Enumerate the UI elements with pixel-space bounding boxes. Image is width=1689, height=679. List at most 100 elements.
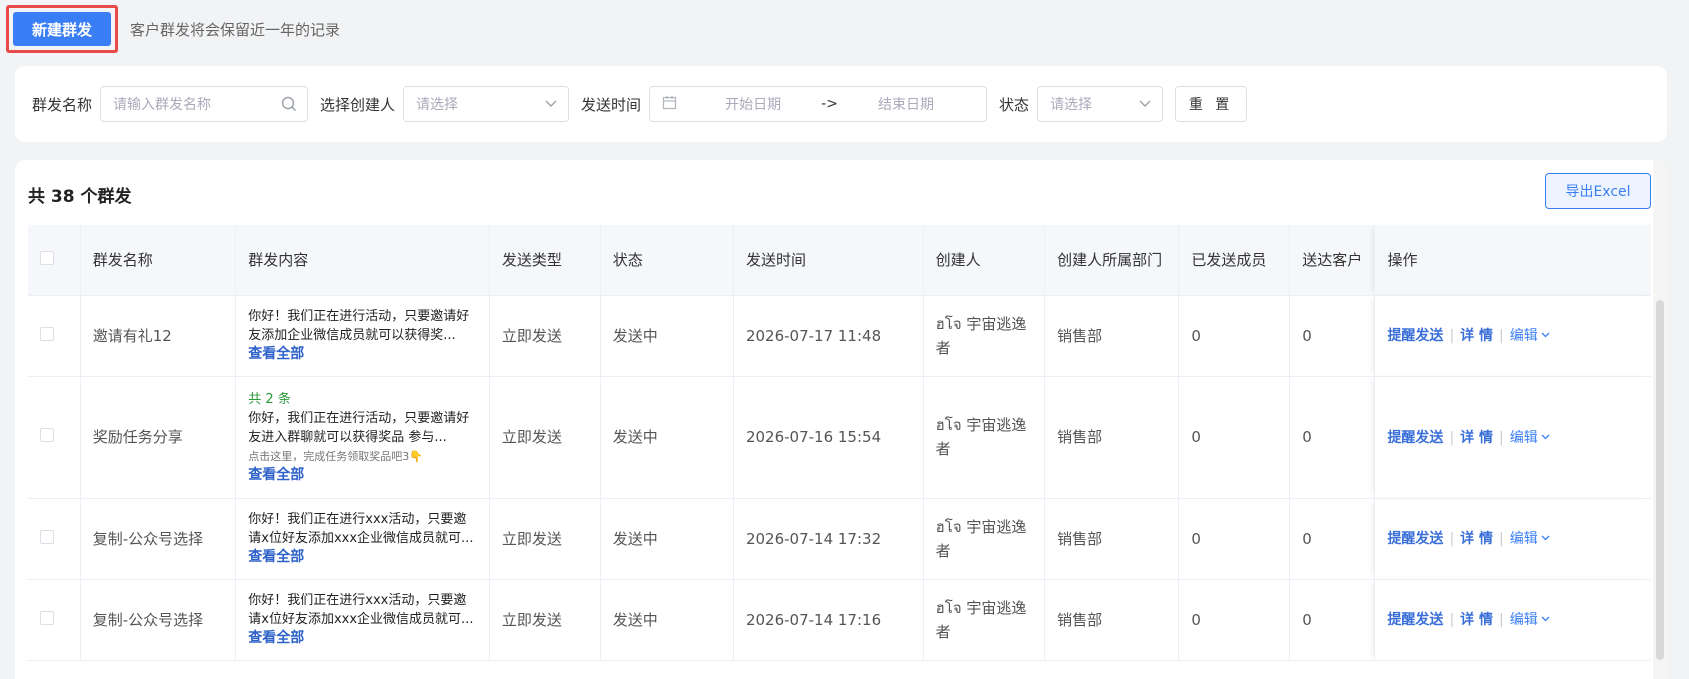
row-checkbox[interactable] <box>40 529 54 544</box>
range-separator: -> <box>821 96 838 112</box>
header-cell: 群发名称 <box>80 225 237 296</box>
row-checkbox[interactable] <box>40 428 54 442</box>
broadcast-name: 复制-公众号选择 <box>80 498 237 580</box>
row-select-cell[interactable] <box>28 579 81 661</box>
edit-dropdown[interactable]: 编辑 <box>1510 430 1551 446</box>
action-divider: | <box>1499 612 1504 628</box>
export-excel-button[interactable]: 导出Excel <box>1545 173 1651 209</box>
start-date-input[interactable]: 开始日期 <box>725 94 781 114</box>
send-type: 立即发送 <box>489 498 601 580</box>
table-row: 复制-公众号选择 你好！我们正在进行xxx活动，只要邀请x位好友添加xxx企业微信… <box>28 579 1651 661</box>
send-status: 发送中 <box>600 498 734 580</box>
content-text: 你好！我们正在进行活动，只要邀请好友添加企业微信成员就可以获得奖... <box>248 309 470 343</box>
edit-dropdown[interactable]: 编辑 <box>1510 531 1551 547</box>
content-text: 你好！我们正在进行xxx活动，只要邀请x位好友添加xxx企业微信成员就可... <box>248 593 474 627</box>
remind-send-link[interactable]: 提醒发送 <box>1387 328 1443 344</box>
name-search-input[interactable]: 请输入群发名称 <box>100 86 309 122</box>
new-broadcast-highlight: 新建群发 <box>6 5 118 53</box>
list-count-title: 共 38 个群发 <box>28 187 132 207</box>
broadcast-list-panel: 共 38 个群发 导出Excel 群发名称 群发内容 发送类型 状态 发送时间 … <box>15 160 1667 679</box>
detail-link[interactable]: 详 情 <box>1460 328 1493 344</box>
creator-name: ฮโจ 宇宙逃逸者 <box>923 579 1046 661</box>
broadcast-name: 复制-公众号选择 <box>80 579 237 661</box>
send-time: 2026-07-16 15:54 <box>733 376 924 499</box>
row-select-cell[interactable] <box>28 498 81 580</box>
edit-dropdown[interactable]: 编辑 <box>1510 328 1551 344</box>
new-broadcast-button[interactable]: 新建群发 <box>13 12 111 46</box>
edit-label: 编辑 <box>1509 429 1538 446</box>
reset-button[interactable]: 重 置 <box>1175 86 1248 122</box>
header-cell: 操作 <box>1374 225 1651 296</box>
send-time: 2026-07-14 17:32 <box>733 498 924 580</box>
header-cell: 发送时间 <box>733 225 924 296</box>
row-select-cell[interactable] <box>28 376 81 499</box>
view-all-link[interactable]: 查看全部 <box>248 345 477 364</box>
action-divider: | <box>1449 531 1455 547</box>
filter-panel: 群发名称 请输入群发名称 选择创建人 请选择 发送时间 开始日期 -> 结束日期… <box>15 66 1667 142</box>
top-bar: 新建群发 客户群发将会保留近一年的记录 <box>6 4 1666 54</box>
table-row: 复制-公众号选择 你好！我们正在进行xxx活动，只要邀请x位好友添加xxx企业微信… <box>28 498 1651 580</box>
view-all-link[interactable]: 查看全部 <box>248 629 477 648</box>
scrollbar-thumb[interactable] <box>1656 300 1664 660</box>
row-checkbox[interactable] <box>40 326 54 341</box>
time-filter-label: 发送时间 <box>581 95 642 114</box>
chevron-down-icon <box>1538 430 1551 446</box>
creator-department: 销售部 <box>1044 498 1180 580</box>
view-all-link[interactable]: 查看全部 <box>248 466 477 485</box>
broadcast-name: 邀请有礼12 <box>80 295 237 377</box>
send-type: 立即发送 <box>489 579 601 661</box>
action-divider: | <box>1449 429 1455 446</box>
row-select-cell[interactable] <box>28 295 81 377</box>
reached-customers-count: 0 <box>1289 376 1376 499</box>
row-actions: 提醒发送 | 详 情 | 编辑 <box>1374 498 1651 580</box>
table-header-row: 群发名称 群发内容 发送类型 状态 发送时间 创建人 创建人所属部门 已发送成员… <box>28 225 1651 296</box>
broadcast-content: 你好！我们正在进行活动，只要邀请好友添加企业微信成员就可以获得奖... 查看全部 <box>235 295 490 377</box>
edit-label: 编辑 <box>1509 612 1538 628</box>
broadcast-table: 群发名称 群发内容 发送类型 状态 发送时间 创建人 创建人所属部门 已发送成员… <box>28 225 1651 661</box>
chevron-down-icon <box>1538 328 1551 344</box>
creator-name: ฮโจ 宇宙逃逸者 <box>923 295 1046 377</box>
status-select[interactable]: 请选择 <box>1037 86 1164 122</box>
search-icon <box>281 96 297 116</box>
creator-name: ฮโจ 宇宙逃逸者 <box>923 376 1046 499</box>
send-status: 发送中 <box>600 295 734 377</box>
end-date-input[interactable]: 结束日期 <box>878 94 934 114</box>
creator-department: 销售部 <box>1044 579 1180 661</box>
sent-members-count: 0 <box>1178 579 1291 661</box>
detail-link[interactable]: 详 情 <box>1460 531 1493 547</box>
header-cell: 群发内容 <box>235 225 490 296</box>
sent-members-count: 0 <box>1178 498 1291 580</box>
broadcast-name: 奖励任务分享 <box>80 376 237 499</box>
select-all-checkbox[interactable] <box>40 250 54 265</box>
send-type: 立即发送 <box>489 376 601 499</box>
name-filter-label: 群发名称 <box>32 95 93 114</box>
reached-customers-count: 0 <box>1289 295 1376 377</box>
header-cell: 创建人所属部门 <box>1044 225 1180 296</box>
header-select-all[interactable] <box>28 225 81 296</box>
date-range-picker[interactable]: 开始日期 -> 结束日期 <box>649 86 988 122</box>
remind-send-link[interactable]: 提醒发送 <box>1387 531 1443 547</box>
detail-link[interactable]: 详 情 <box>1460 430 1493 446</box>
row-checkbox[interactable] <box>40 610 54 625</box>
broadcast-content: 你好！我们正在进行xxx活动，只要邀请x位好友添加xxx企业微信成员就可... 查… <box>235 579 490 661</box>
view-all-link[interactable]: 查看全部 <box>248 548 477 567</box>
table-row: 奖励任务分享共 2 条你好，我们正在进行活动，只要邀请好友进入群聊就可以获得奖品… <box>28 376 1651 499</box>
sent-members-count: 0 <box>1178 295 1291 377</box>
send-time: 2026-07-17 11:48 <box>733 295 924 377</box>
edit-label: 编辑 <box>1509 531 1538 547</box>
detail-link[interactable]: 详 情 <box>1460 612 1493 628</box>
header-cell: 创建人 <box>923 225 1046 296</box>
remind-send-link[interactable]: 提醒发送 <box>1387 612 1443 628</box>
chevron-down-icon <box>1138 96 1152 114</box>
remind-send-link[interactable]: 提醒发送 <box>1387 430 1443 446</box>
reached-customers-count: 0 <box>1289 579 1376 661</box>
header-cell: 已发送成员 <box>1178 225 1291 296</box>
calendar-icon <box>662 95 677 114</box>
chevron-down-icon <box>1538 612 1551 628</box>
action-divider: | <box>1499 429 1504 446</box>
creator-select[interactable]: 请选择 <box>403 86 570 122</box>
vertical-scrollbar[interactable] <box>1653 160 1667 679</box>
creator-select-placeholder: 请选择 <box>416 97 459 113</box>
edit-dropdown[interactable]: 编辑 <box>1510 612 1551 628</box>
reached-customers-count: 0 <box>1289 498 1376 580</box>
